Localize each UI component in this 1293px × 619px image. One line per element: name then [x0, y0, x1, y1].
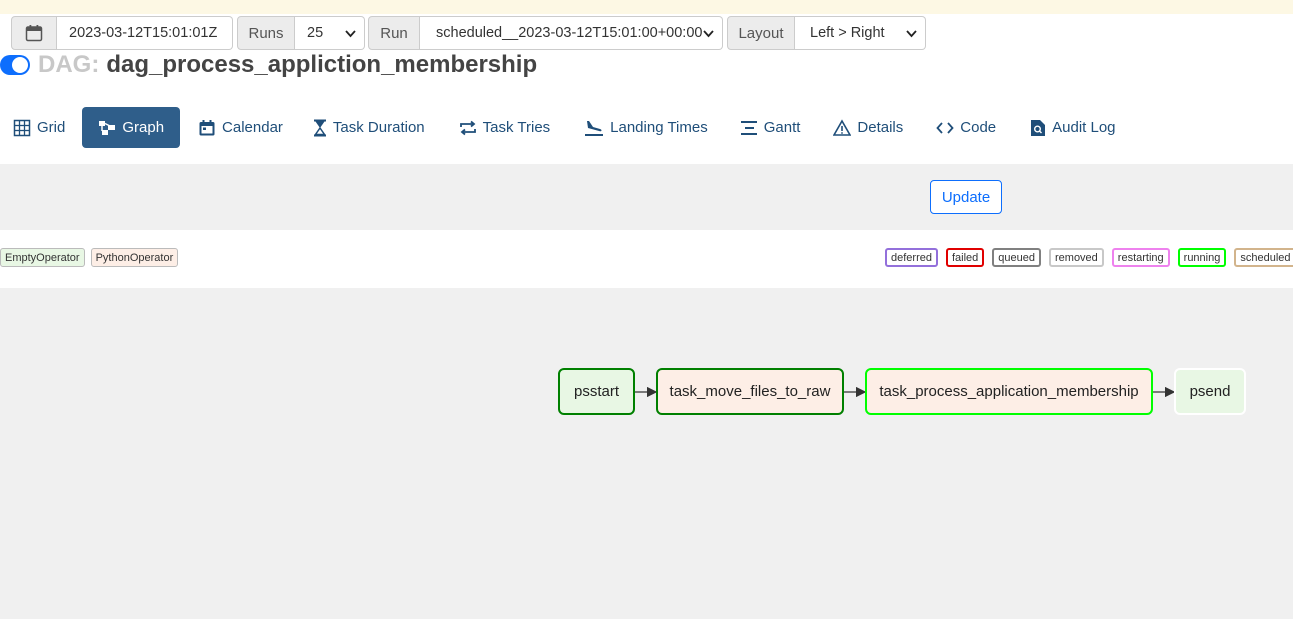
tab-label: Task Duration — [332, 119, 425, 136]
legend-state-scheduled[interactable]: scheduled — [1234, 248, 1293, 267]
graph-controls — [0, 164, 1293, 230]
legend-state-restarting[interactable]: restarting — [1111, 248, 1170, 267]
repeat-icon — [459, 120, 476, 135]
legend-empty-operator[interactable]: EmptyOperator — [0, 248, 85, 267]
chevron-down-icon — [345, 30, 356, 38]
task-label: psend — [1189, 383, 1231, 400]
tab-label: Gantt — [763, 119, 801, 136]
task-label: task_move_files_to_raw — [669, 383, 831, 400]
legend-state-removed[interactable]: removed — [1049, 248, 1104, 267]
tab-audit-log[interactable]: Audit Log — [1017, 107, 1128, 148]
tab-label: Grid — [37, 119, 66, 136]
tab-task-duration[interactable]: Task Duration — [300, 107, 438, 148]
tab-label: Calendar — [222, 119, 283, 136]
file-search-icon — [1031, 119, 1046, 136]
legend-state-failed[interactable]: failed — [945, 248, 985, 267]
legend-state-running[interactable]: running — [1177, 248, 1227, 267]
tab-gantt[interactable]: Gantt — [727, 107, 814, 148]
tab-label: Details — [857, 119, 904, 136]
gantt-icon — [740, 120, 757, 135]
task-label: task_process_application_membership — [879, 383, 1139, 400]
run-value: scheduled__2023-03-12T15:01:00+00:00 — [436, 25, 703, 41]
tab-graph[interactable]: Graph — [82, 107, 181, 148]
base-date-group: 2023-03-12T15:01:01Z — [11, 16, 233, 50]
chevron-down-icon — [703, 30, 714, 38]
graph-icon — [99, 120, 116, 135]
task-node-move-files[interactable]: task_move_files_to_raw — [656, 368, 844, 415]
run-label: Run — [368, 16, 420, 50]
legend-state-deferred[interactable]: deferred — [885, 248, 938, 267]
dag-graph-canvas[interactable]: psstart task_move_files_to_raw task_proc… — [0, 288, 1293, 619]
tab-label: Code — [960, 119, 997, 136]
runs-label: Runs — [237, 16, 295, 50]
dag-title: DAG: dag_process_appliction_membership — [0, 48, 537, 82]
task-node-psstart[interactable]: psstart — [558, 368, 635, 415]
legend-python-operator[interactable]: PythonOperator — [90, 248, 179, 267]
dag-view-tabs: Grid Graph Calendar Task Duration Task T… — [0, 107, 1129, 148]
layout-label: Layout — [727, 16, 795, 50]
tab-label: Task Tries — [482, 119, 551, 136]
base-date-input[interactable]: 2023-03-12T15:01:01Z — [57, 16, 233, 50]
run-group: Run scheduled__2023-03-12T15:01:00+00:00 — [368, 16, 723, 50]
task-node-process-membership[interactable]: task_process_application_membership — [865, 368, 1153, 415]
calendar-icon — [199, 119, 215, 135]
tab-landing-times[interactable]: Landing Times — [571, 107, 721, 148]
legend-state-queued[interactable]: queued — [992, 248, 1041, 267]
code-icon — [936, 121, 954, 134]
tab-label: Audit Log — [1052, 119, 1116, 136]
tab-details[interactable]: Details — [820, 107, 916, 148]
runs-group: Runs 25 — [237, 16, 365, 50]
operator-legend: EmptyOperator PythonOperator — [0, 248, 179, 268]
hourglass-icon — [313, 119, 326, 136]
plane-landing-icon — [585, 120, 604, 136]
grid-icon — [13, 119, 31, 136]
runs-select[interactable]: 25 — [295, 16, 365, 50]
dag-prefix: DAG: — [38, 51, 100, 78]
layout-group: Layout Left > Right — [727, 16, 926, 50]
tab-task-tries[interactable]: Task Tries — [446, 107, 564, 148]
warning-triangle-icon — [833, 118, 852, 136]
task-label: psstart — [573, 383, 619, 400]
tab-label: Landing Times — [610, 119, 708, 136]
layout-select[interactable]: Left > Right — [795, 16, 926, 50]
layout-value: Left > Right — [810, 25, 885, 41]
update-button[interactable]: Update — [930, 180, 1002, 214]
dag-pause-toggle[interactable] — [0, 55, 30, 75]
state-legend: deferred failed queued removed restartin… — [885, 248, 1293, 268]
dag-name[interactable]: dag_process_appliction_membership — [106, 51, 537, 79]
runs-value: 25 — [307, 25, 324, 41]
tab-grid[interactable]: Grid — [0, 107, 78, 148]
tab-code[interactable]: Code — [923, 107, 1009, 148]
tab-label: Graph — [122, 119, 165, 136]
tab-calendar[interactable]: Calendar — [185, 107, 296, 148]
task-node-psend[interactable]: psend — [1174, 368, 1246, 415]
calendar-picker[interactable] — [11, 16, 57, 50]
calendar-icon — [25, 25, 43, 42]
top-banner — [0, 0, 1293, 14]
graph-edges — [635, 386, 1176, 398]
run-select[interactable]: scheduled__2023-03-12T15:01:00+00:00 — [420, 16, 723, 50]
chevron-down-icon — [906, 30, 917, 38]
